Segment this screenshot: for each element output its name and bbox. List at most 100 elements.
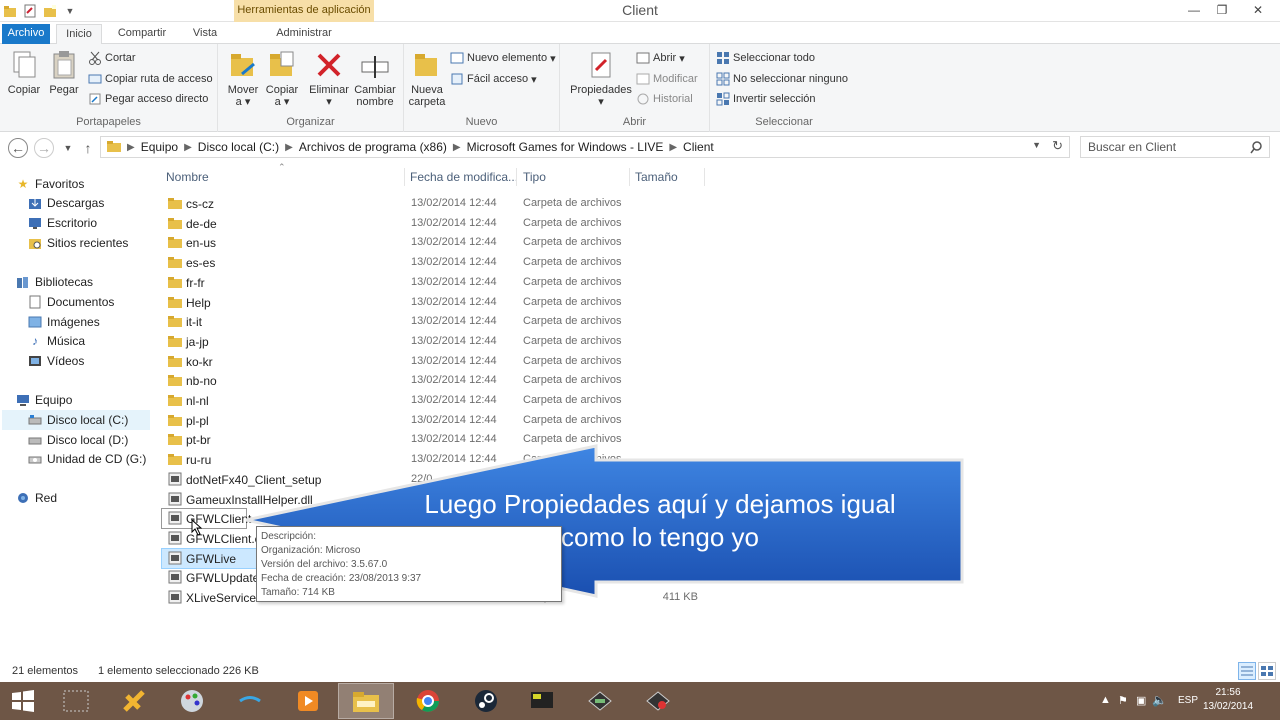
address-bar[interactable]: ▶ Equipo ▶ Disco local (C:) ▶ Archivos d… <box>100 136 1070 158</box>
file-row[interactable]: es-es 13/02/2014 12:44 Carpeta de archivos <box>162 253 722 272</box>
column-header-type[interactable]: Tipo <box>523 170 546 184</box>
minimize-button[interactable]: — <box>1180 0 1208 20</box>
breadcrumb-computer[interactable]: Equipo <box>141 140 178 154</box>
column-divider[interactable] <box>704 168 705 186</box>
breadcrumb-client[interactable]: Client <box>683 140 714 154</box>
nav-videos[interactable]: Vídeos <box>28 351 176 371</box>
taskbar-file-explorer[interactable] <box>338 683 394 719</box>
taskbar-app-2[interactable] <box>106 683 162 719</box>
new-folder-button[interactable]: Nueva carpeta <box>406 48 448 108</box>
taskbar-app-1[interactable] <box>48 683 104 719</box>
tab-home[interactable]: Inicio <box>56 24 102 44</box>
file-row[interactable]: nb-no 13/02/2014 12:44 Carpeta de archivos <box>162 371 722 390</box>
tab-file[interactable]: Archivo <box>2 24 50 44</box>
column-divider[interactable] <box>629 168 630 186</box>
nav-disk-d[interactable]: Disco local (D:) <box>28 430 176 450</box>
column-header-size[interactable]: Tamaño <box>635 170 678 184</box>
tab-share[interactable]: Compartir <box>110 24 174 44</box>
action-center-icon[interactable]: ⚑ <box>1118 694 1128 707</box>
nav-images[interactable]: Imágenes <box>28 312 176 332</box>
column-divider[interactable] <box>516 168 517 186</box>
copy-to-button[interactable]: Copiar a ▾ <box>262 48 302 108</box>
forward-button[interactable]: → <box>34 138 54 158</box>
nav-documents[interactable]: Documentos <box>28 292 176 312</box>
taskbar-app-5[interactable] <box>280 683 336 719</box>
column-header-name[interactable]: Nombre <box>166 170 209 184</box>
nav-computer[interactable]: Equipo <box>16 390 164 410</box>
invert-selection-button[interactable]: Invertir selección <box>716 90 816 108</box>
move-to-button[interactable]: Mover a ▾ <box>226 48 260 108</box>
volume-icon[interactable]: 🔈 <box>1152 693 1167 707</box>
nav-music[interactable]: ♪ Música <box>28 331 176 351</box>
column-header-date[interactable]: Fecha de modifica... <box>410 170 518 184</box>
nav-recent[interactable]: Sitios recientes <box>28 233 176 253</box>
details-view-button[interactable] <box>1238 662 1256 680</box>
paste-shortcut-button[interactable]: Pegar acceso directo <box>88 90 208 108</box>
group-label: Nuevo <box>465 116 498 128</box>
maximize-button[interactable]: ❐ <box>1208 0 1236 20</box>
nav-libraries[interactable]: Bibliotecas <box>16 272 164 292</box>
nav-downloads[interactable]: Descargas <box>28 193 176 213</box>
file-row[interactable]: it-it 13/02/2014 12:44 Carpeta de archivos <box>162 312 722 331</box>
nav-desktop[interactable]: Escritorio <box>28 213 176 233</box>
easy-access-button[interactable]: Fácil acceso ▾ <box>450 70 537 88</box>
breadcrumb-program-files[interactable]: Archivos de programa (x86) <box>299 140 447 154</box>
select-none-button[interactable]: No seleccionar ninguno <box>716 70 848 88</box>
taskbar-app-3[interactable] <box>164 683 220 719</box>
invert-selection-icon <box>716 92 730 106</box>
large-icons-view-button[interactable] <box>1258 662 1276 680</box>
folder-icon <box>168 216 182 230</box>
nav-cd-drive[interactable]: Unidad de CD (G:) <box>28 449 176 469</box>
file-row[interactable]: ja-jp 13/02/2014 12:44 Carpeta de archivos <box>162 332 722 351</box>
taskbar-app-4[interactable] <box>222 683 278 719</box>
file-row[interactable]: ko-kr 13/02/2014 12:44 Carpeta de archivos <box>162 352 722 371</box>
network-status-icon[interactable]: ▣ <box>1136 694 1146 707</box>
tray-chevron-icon[interactable]: ▲ <box>1100 694 1111 706</box>
taskbar-chrome[interactable] <box>400 683 456 719</box>
nav-disk-c[interactable]: Disco local (C:) <box>2 410 150 430</box>
file-row[interactable]: en-us 13/02/2014 12:44 Carpeta de archivos <box>162 233 722 252</box>
file-row[interactable]: fr-fr 13/02/2014 12:44 Carpeta de archivos <box>162 273 722 292</box>
breadcrumb-disk-c[interactable]: Disco local (C:) <box>198 140 279 154</box>
search-input[interactable]: Buscar en Client <box>1080 136 1270 158</box>
breadcrumb-gfwl[interactable]: Microsoft Games for Windows - LIVE <box>467 140 664 154</box>
open-button[interactable]: Abrir ▾ <box>636 49 685 67</box>
rename-button[interactable]: Cambiar nombre <box>352 48 398 108</box>
clock[interactable]: 21:56 13/02/2014 <box>1198 686 1258 714</box>
back-button[interactable]: ← <box>8 138 28 158</box>
up-button[interactable]: ↑ <box>78 138 98 158</box>
properties-button[interactable]: Propiedades ▾ <box>568 48 634 108</box>
start-button[interactable] <box>0 683 46 719</box>
select-all-button[interactable]: Seleccionar todo <box>716 49 815 67</box>
taskbar-app-9[interactable] <box>514 683 570 719</box>
taskbar-steam[interactable] <box>458 683 514 719</box>
refresh-icon[interactable]: ↻ <box>1052 138 1063 154</box>
file-row[interactable]: Help 13/02/2014 12:44 Carpeta de archivos <box>162 293 722 312</box>
cut-button[interactable]: Cortar <box>88 49 136 67</box>
edit-button[interactable]: Modificar <box>636 70 698 88</box>
new-item-button[interactable]: Nuevo elemento ▾ <box>450 49 556 67</box>
file-row[interactable]: pl-pl 13/02/2014 12:44 Carpeta de archivos <box>162 411 722 430</box>
nav-favorites[interactable]: ★ Favoritos <box>16 174 164 194</box>
copy-path-button[interactable]: Copiar ruta de acceso <box>88 70 213 88</box>
nav-network[interactable]: Red <box>16 488 164 508</box>
taskbar-app-10[interactable] <box>572 683 628 719</box>
taskbar-app-11[interactable] <box>630 683 686 719</box>
column-divider[interactable] <box>404 168 405 186</box>
history-button[interactable]: Historial <box>636 90 693 108</box>
close-button[interactable]: ✕ <box>1238 0 1278 20</box>
chrome-icon <box>416 690 439 712</box>
copy-button[interactable]: Copiar <box>4 48 44 96</box>
file-row[interactable]: de-de 13/02/2014 12:44 Carpeta de archivos <box>162 214 722 233</box>
address-dropdown-icon[interactable]: ▼ <box>1032 140 1041 150</box>
tab-view[interactable]: Vista <box>184 24 226 44</box>
language-indicator[interactable]: ESP <box>1178 695 1198 706</box>
file-row[interactable]: nl-nl 13/02/2014 12:44 Carpeta de archivos <box>162 391 722 410</box>
paste-button[interactable]: Pegar <box>46 48 82 96</box>
file-row[interactable]: GFWLClient <box>161 508 251 530</box>
tab-manage[interactable]: Administrar <box>264 24 344 44</box>
recent-locations-button[interactable]: ▼ <box>58 138 78 158</box>
file-row[interactable]: cs-cz 13/02/2014 12:44 Carpeta de archivos <box>162 194 722 213</box>
chevron-right-icon: ▶ <box>452 141 461 153</box>
delete-button[interactable]: Eliminar ▾ <box>308 48 350 108</box>
